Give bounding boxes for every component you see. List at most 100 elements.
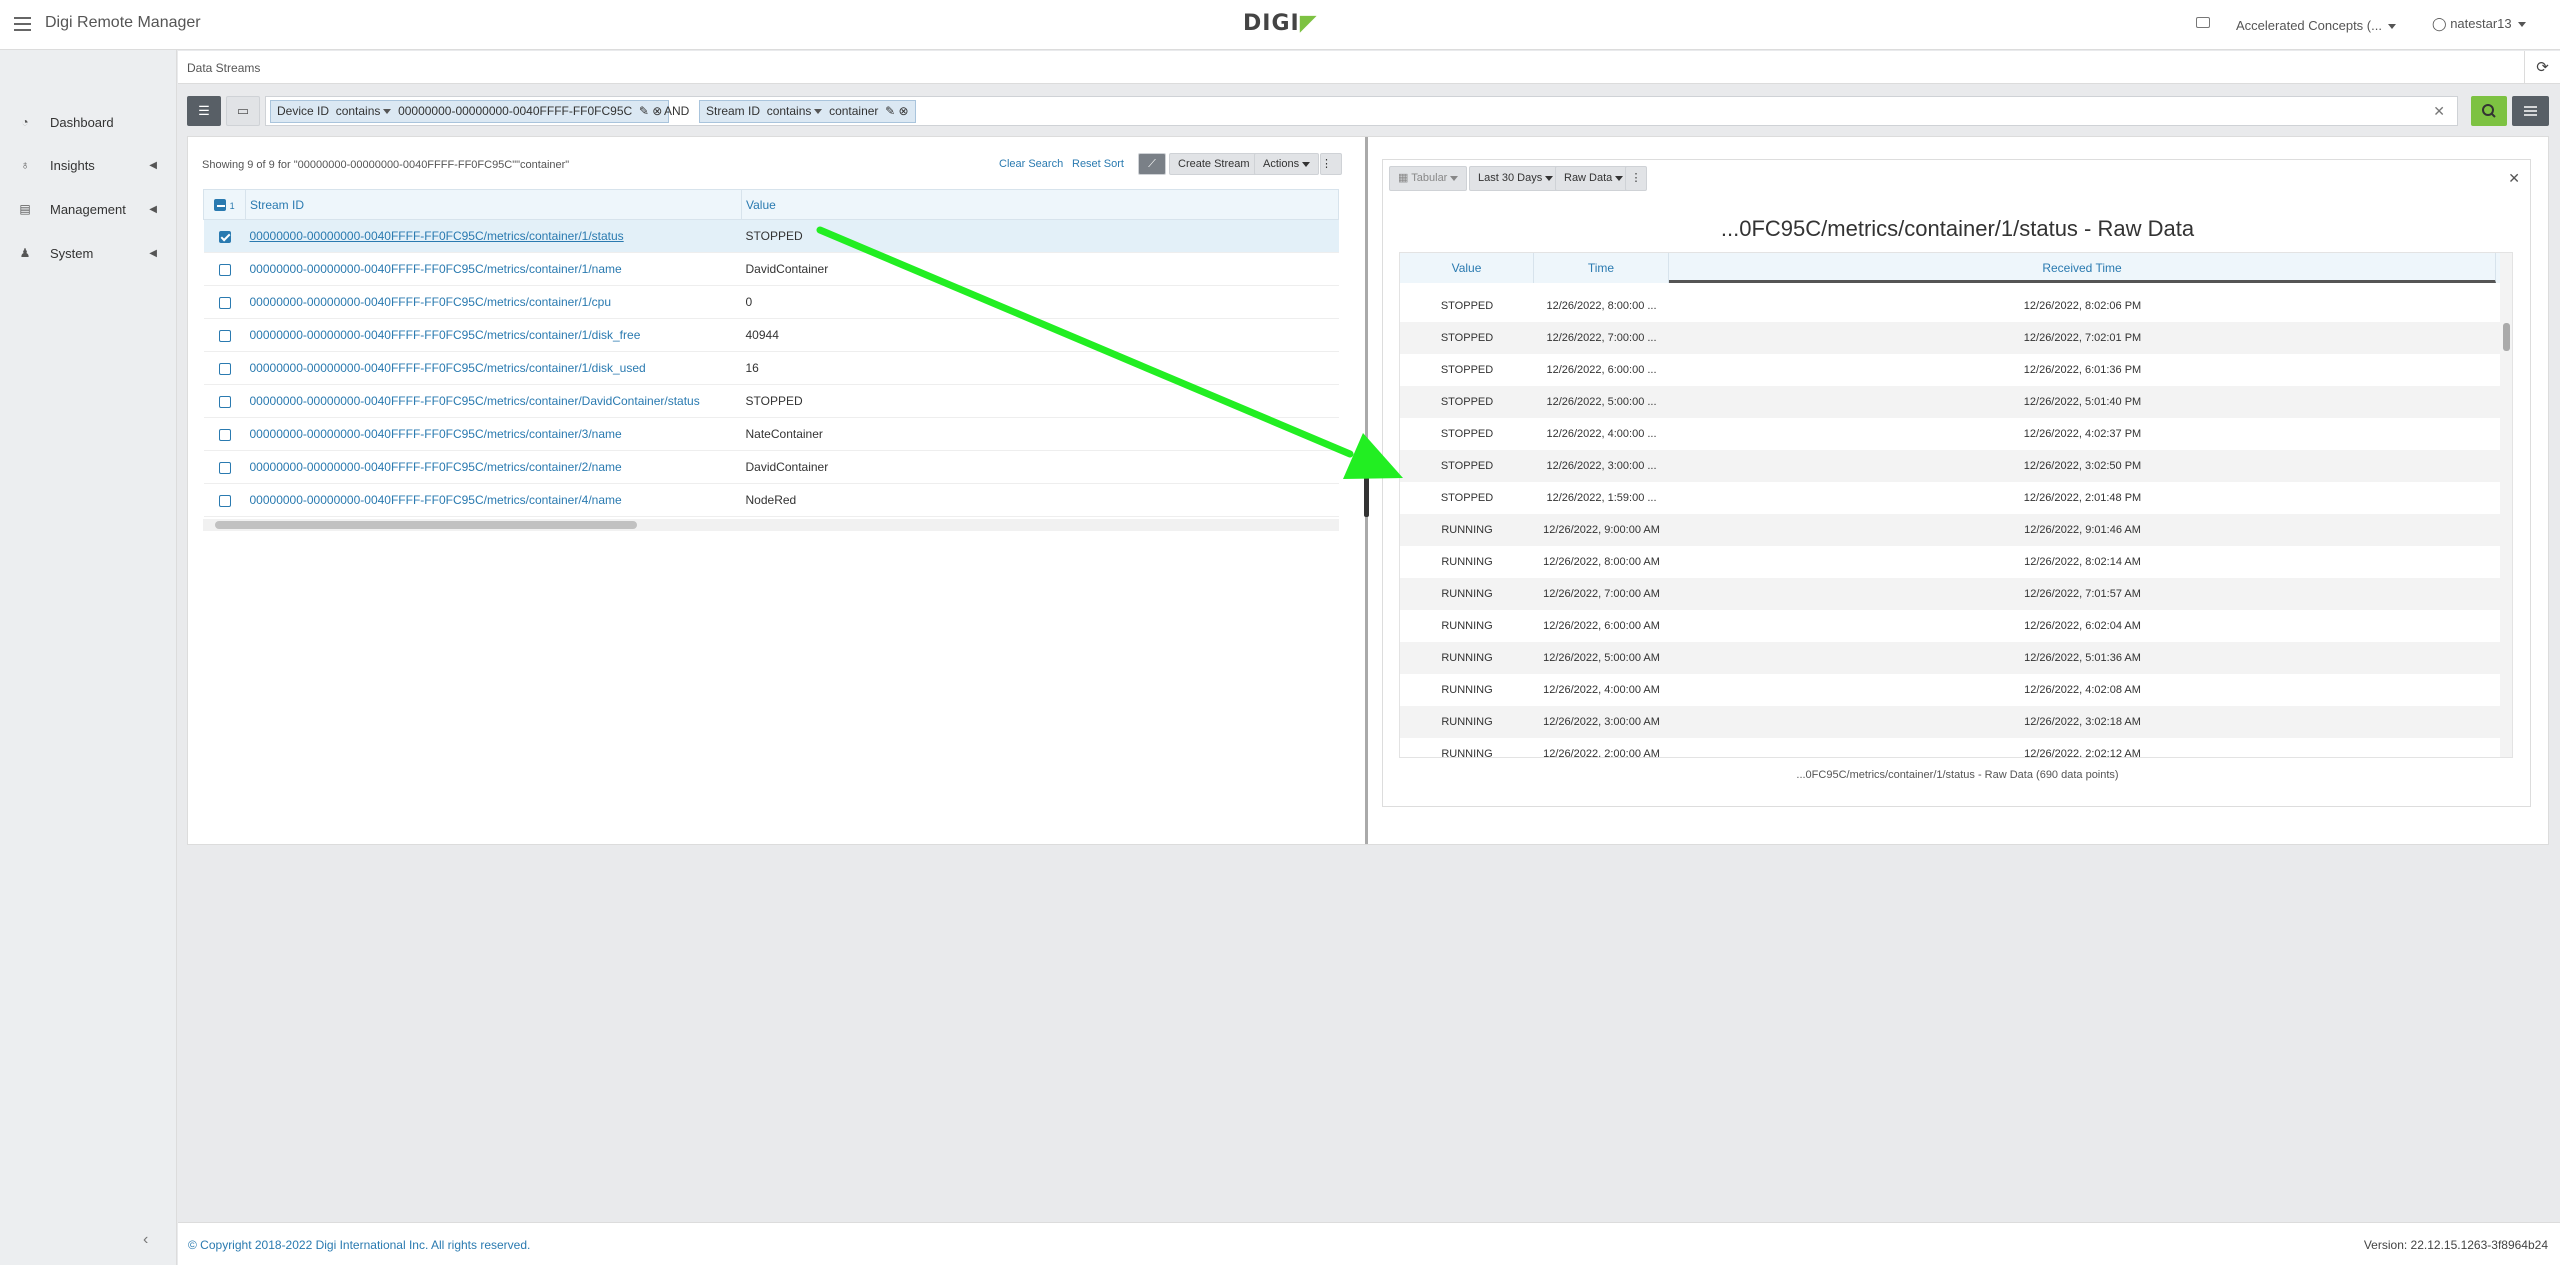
raw-time-cell: 12/26/2022, 3:00:00 AM <box>1543 716 1660 728</box>
row-checkbox[interactable] <box>218 395 231 408</box>
column-header-stream-id[interactable]: Stream ID <box>245 189 742 220</box>
row-select-cell[interactable] <box>203 384 246 418</box>
stream-id-cell[interactable]: 00000000-00000000-0040FFFF-FF0FC95C/metr… <box>245 450 742 484</box>
organization-dropdown[interactable]: Accelerated Concepts (... <box>2236 18 2396 33</box>
column-header-value[interactable]: Value <box>1400 253 1534 283</box>
stream-id-cell[interactable]: 00000000-00000000-0040FFFF-FF0FC95C/metr… <box>245 219 742 253</box>
raw-value-cell: RUNNING <box>1441 684 1493 696</box>
hamburger-menu-icon[interactable] <box>14 17 31 31</box>
horizontal-scrollbar[interactable] <box>203 519 1339 531</box>
row-checkbox[interactable] <box>218 362 231 375</box>
row-select-cell[interactable] <box>203 318 246 352</box>
view-type-dropdown[interactable]: ▦ Tabular <box>1389 166 1468 191</box>
chevron-down-icon <box>1302 161 1311 167</box>
table-row[interactable]: 00000000-00000000-0040FFFF-FF0FC95C/metr… <box>203 252 1339 286</box>
column-header-value[interactable]: Value <box>741 189 1339 220</box>
row-checkbox[interactable] <box>218 461 231 474</box>
stream-id-cell[interactable]: 00000000-00000000-0040FFFF-FF0FC95C/metr… <box>245 318 742 352</box>
row-checkbox[interactable] <box>218 494 231 507</box>
lightbulb-icon: ♁ <box>20 158 30 172</box>
create-stream-button[interactable]: Create Stream <box>1169 153 1259 175</box>
value-cell: 16 <box>741 351 1339 385</box>
stream-id-link[interactable]: 00000000-00000000-0040FFFF-FF0FC95C/metr… <box>250 229 624 243</box>
row-checkbox[interactable] <box>218 296 231 309</box>
stream-id-cell[interactable]: 00000000-00000000-0040FFFF-FF0FC95C/metr… <box>245 417 742 451</box>
stream-id-cell[interactable]: 00000000-00000000-0040FFFF-FF0FC95C/metr… <box>245 351 742 385</box>
row-select-cell[interactable] <box>203 483 246 517</box>
detail-more-button[interactable]: ⋮ <box>1625 166 1647 191</box>
column-header-time[interactable]: Time <box>1534 253 1669 283</box>
raw-time-cell: 12/26/2022, 1:59:00 ... <box>1546 492 1657 504</box>
search-button[interactable] <box>2471 96 2507 126</box>
splitter-handle[interactable] <box>1364 477 1369 517</box>
sidebar-item-system[interactable]: ♟ System ◀ <box>0 238 177 268</box>
close-panel-icon[interactable]: ✕ <box>2508 170 2520 187</box>
copyright-link[interactable]: © Copyright 2018-2022 Digi International… <box>188 1238 530 1252</box>
search-input[interactable]: Device ID contains 00000000-00000000-004… <box>265 96 2458 126</box>
stream-id-cell[interactable]: 00000000-00000000-0040FFFF-FF0FC95C/metr… <box>245 384 742 418</box>
row-select-cell[interactable] <box>203 417 246 451</box>
row-select-cell[interactable] <box>203 351 246 385</box>
clear-search-icon[interactable]: ✕ <box>2433 103 2445 120</box>
stream-id-link[interactable]: 00000000-00000000-0040FFFF-FF0FC95C/metr… <box>250 361 646 375</box>
table-row[interactable]: 00000000-00000000-0040FFFF-FF0FC95C/metr… <box>203 351 1339 385</box>
stream-id-link[interactable]: 00000000-00000000-0040FFFF-FF0FC95C/metr… <box>250 427 622 441</box>
card-view-button[interactable]: ▭ <box>226 96 260 126</box>
table-row[interactable]: 00000000-00000000-0040FFFF-FF0FC95C/metr… <box>203 483 1339 517</box>
actions-dropdown[interactable]: Actions <box>1254 153 1320 175</box>
notifications-icon[interactable] <box>2196 17 2210 28</box>
sidebar-item-insights[interactable]: ♁ Insights ◀ <box>0 150 177 180</box>
collapse-sidebar-icon[interactable]: ‹ <box>143 1231 148 1249</box>
edit-icon[interactable]: ✎ <box>639 104 649 118</box>
stream-id-link[interactable]: 00000000-00000000-0040FFFF-FF0FC95C/metr… <box>250 295 612 309</box>
time-range-dropdown[interactable]: Last 30 Days <box>1469 166 1563 191</box>
row-checkbox[interactable] <box>218 428 231 441</box>
table-row[interactable]: 00000000-00000000-0040FFFF-FF0FC95C/metr… <box>203 450 1339 484</box>
table-row[interactable]: 00000000-00000000-0040FFFF-FF0FC95C/metr… <box>203 318 1339 352</box>
data-type-dropdown[interactable]: Raw Data <box>1555 166 1633 191</box>
vertical-scrollbar[interactable] <box>2500 253 2512 757</box>
stream-id-link[interactable]: 00000000-00000000-0040FFFF-FF0FC95C/metr… <box>250 394 700 408</box>
stream-id-link[interactable]: 00000000-00000000-0040FFFF-FF0FC95C/metr… <box>250 262 622 276</box>
filter-chip-stream-id[interactable]: Stream ID contains container ✎ ⊗ <box>699 100 916 123</box>
search-icon <box>2482 104 2496 118</box>
sidebar-item-management[interactable]: ▤ Management ◀ <box>0 194 177 224</box>
table-row[interactable]: 00000000-00000000-0040FFFF-FF0FC95C/metr… <box>203 384 1339 418</box>
stream-id-cell[interactable]: 00000000-00000000-0040FFFF-FF0FC95C/metr… <box>245 285 742 319</box>
column-header-received-time[interactable]: Received Time <box>1669 253 2496 283</box>
stream-id-link[interactable]: 00000000-00000000-0040FFFF-FF0FC95C/metr… <box>250 493 622 507</box>
raw-time-cell: 12/26/2022, 8:00:00 ... <box>1546 300 1657 312</box>
select-all-checkbox[interactable] <box>214 199 227 212</box>
clear-search-link[interactable]: Clear Search <box>999 158 1063 170</box>
list-view-button[interactable]: ☰ <box>187 96 221 126</box>
remove-chip-icon[interactable]: ⊗ <box>899 104 909 118</box>
more-options-button[interactable]: ⋮ <box>1320 153 1342 175</box>
sidebar-item-dashboard[interactable]: ◔ Dashboard <box>0 107 177 137</box>
row-select-cell[interactable] <box>203 252 246 286</box>
reset-sort-link[interactable]: Reset Sort <box>1072 158 1124 170</box>
stream-id-cell[interactable]: 00000000-00000000-0040FFFF-FF0FC95C/metr… <box>245 483 742 517</box>
stream-id-link[interactable]: 00000000-00000000-0040FFFF-FF0FC95C/metr… <box>250 328 641 342</box>
table-row[interactable]: 00000000-00000000-0040FFFF-FF0FC95C/metr… <box>203 417 1339 451</box>
row-checkbox[interactable] <box>218 230 231 243</box>
row-select-cell[interactable] <box>203 219 246 253</box>
table-row[interactable]: 00000000-00000000-0040FFFF-FF0FC95C/metr… <box>203 219 1339 253</box>
filter-chip-device-id[interactable]: Device ID contains 00000000-00000000-004… <box>270 100 670 123</box>
table-row[interactable]: 00000000-00000000-0040FFFF-FF0FC95C/metr… <box>203 285 1339 319</box>
advanced-filter-button[interactable] <box>2512 96 2549 126</box>
raw-data-table: Value Time Received Time STOPPED 12/26/20… <box>1399 252 2513 758</box>
chart-view-button[interactable]: ⟋ <box>1138 153 1166 175</box>
stream-id-cell[interactable]: 00000000-00000000-0040FFFF-FF0FC95C/metr… <box>245 252 742 286</box>
row-select-cell[interactable] <box>203 450 246 484</box>
stream-id-link[interactable]: 00000000-00000000-0040FFFF-FF0FC95C/metr… <box>250 460 622 474</box>
select-all-header[interactable]: 1 <box>203 189 246 220</box>
row-checkbox[interactable] <box>218 329 231 342</box>
streams-table: 1 Stream ID Value 00000000-00000000-0040… <box>203 189 1339 517</box>
chevron-left-icon: ◀ <box>149 159 157 171</box>
row-checkbox[interactable] <box>218 263 231 276</box>
edit-icon[interactable]: ✎ <box>885 104 895 118</box>
user-menu[interactable]: ◯ natestar13 <box>2432 16 2526 32</box>
remove-chip-icon[interactable]: ⊗ <box>652 104 662 118</box>
refresh-icon[interactable]: ⟳ <box>2524 51 2560 84</box>
row-select-cell[interactable] <box>203 285 246 319</box>
